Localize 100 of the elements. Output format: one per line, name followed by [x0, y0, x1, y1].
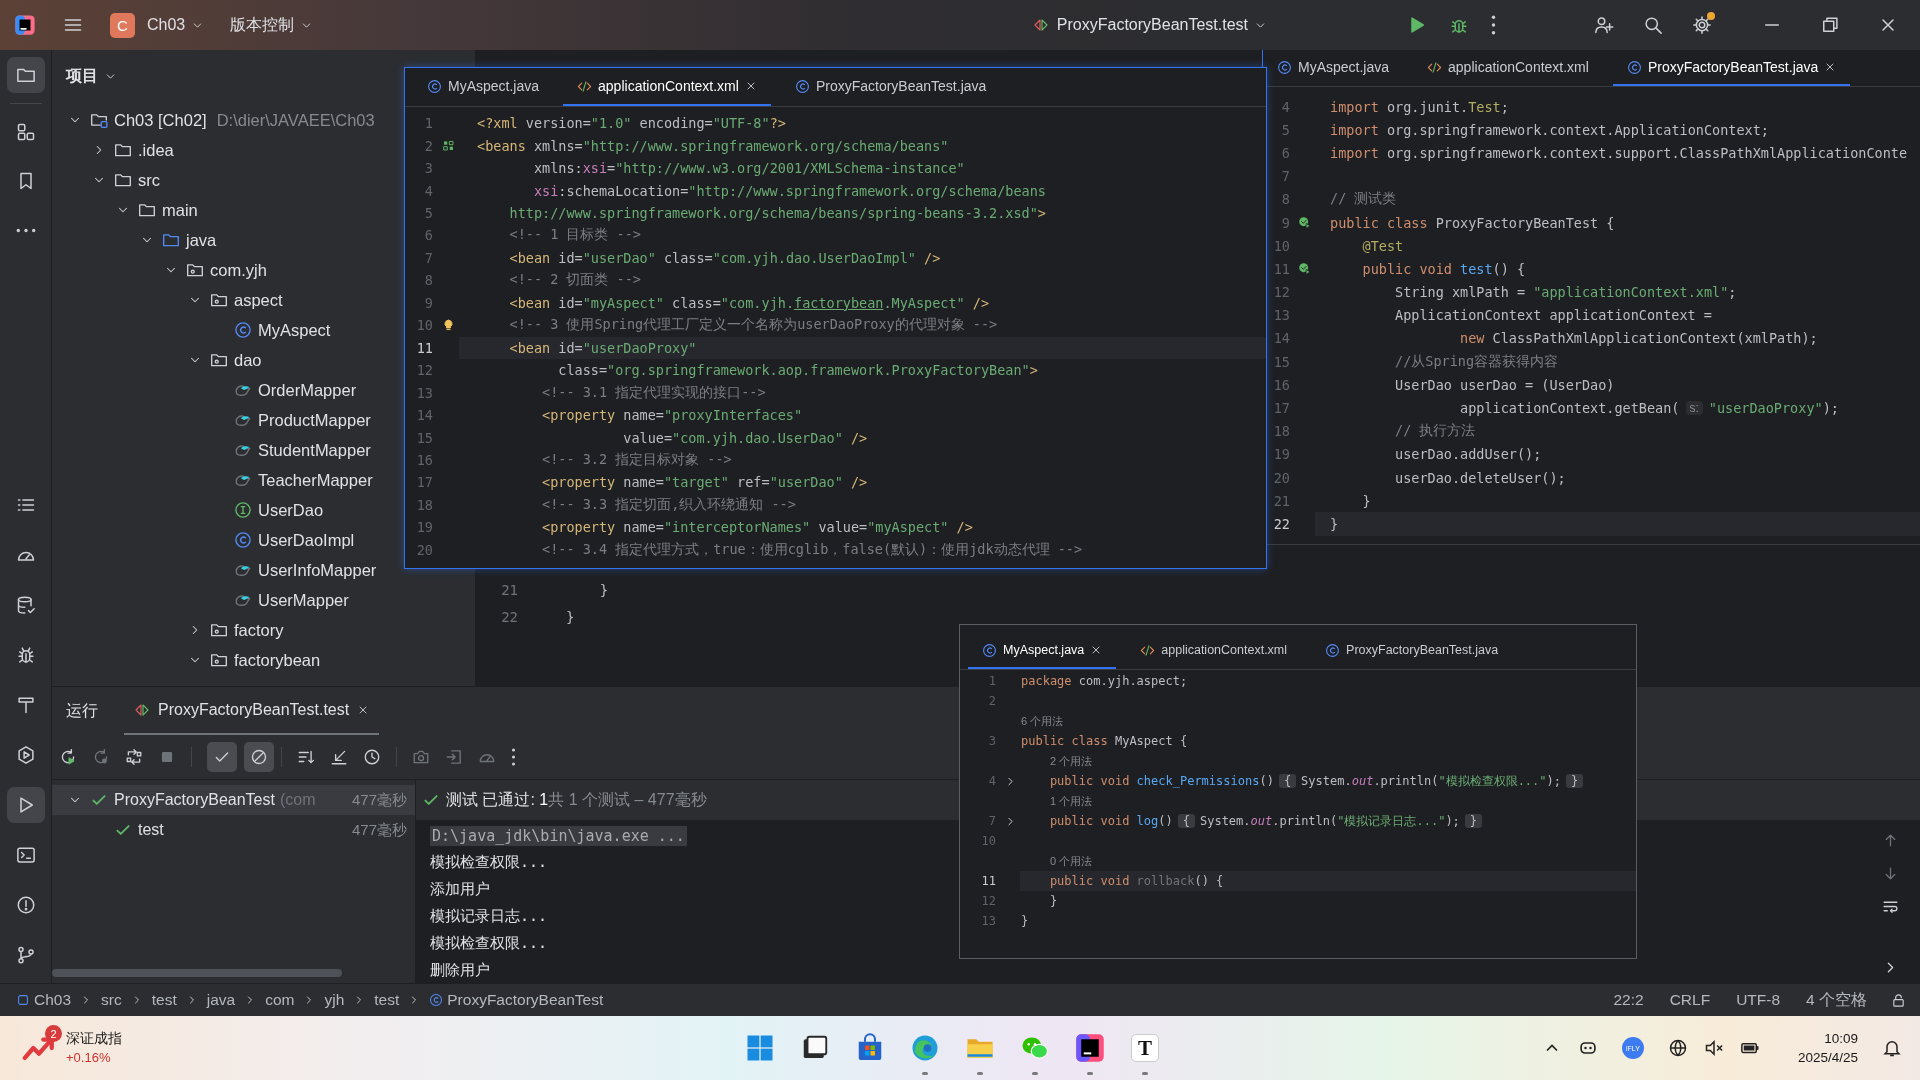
console-command[interactable]: D:\java_jdk\bin\java.exe ... — [430, 825, 687, 846]
tree-item[interactable]: TeacherMapper — [258, 470, 373, 490]
tree-item[interactable]: .idea — [138, 140, 174, 160]
editor-tab[interactable]: applicationContext.xml — [1126, 633, 1302, 669]
more-icon[interactable] — [511, 748, 516, 766]
add-user-icon[interactable] — [1594, 15, 1614, 35]
tree-item[interactable]: ProductMapper — [258, 410, 371, 430]
speaker-muted-icon[interactable] — [1703, 1038, 1724, 1058]
indent-setting[interactable]: 4 个空格 — [1806, 989, 1867, 1011]
breadcrumb[interactable]: com — [265, 991, 295, 1009]
editor-tab[interactable]: MyAspect.java — [968, 633, 1117, 669]
clock-time[interactable]: 10:09 — [1824, 1029, 1858, 1048]
tree-item[interactable]: com.yjh — [210, 260, 267, 280]
code-line: public void log() { System.out.println("模拟记录日志..."); } — [1020, 811, 1636, 831]
file-encoding[interactable]: UTF-8 — [1736, 991, 1781, 1009]
editor-tab[interactable]: ProxyFactoryBeanTest.java — [780, 68, 1001, 106]
console-output: 模拟记录日志... — [430, 907, 548, 926]
tree-item[interactable]: src — [138, 170, 160, 190]
usage-count-hint[interactable]: 2 个用法 — [1049, 753, 1093, 769]
usage-count-hint[interactable]: 6 个用法 — [1021, 713, 1064, 729]
tree-item[interactable]: Ch03 [Ch02] — [114, 110, 207, 130]
breadcrumb[interactable]: test — [374, 991, 400, 1009]
tree-item[interactable]: UserInfoMapper — [258, 560, 377, 580]
tree-item[interactable]: java — [186, 230, 217, 250]
panel-title[interactable]: 项目 — [66, 65, 98, 87]
breadcrumb[interactable]: ProxyFactoryBeanTest — [447, 991, 604, 1009]
toggle-auto-test-icon[interactable] — [125, 748, 143, 766]
play-hexagon-icon — [15, 745, 36, 765]
text-app-icon[interactable]: T — [1131, 1034, 1159, 1062]
collapse-icon[interactable] — [330, 748, 348, 766]
project-switcher[interactable]: Ch03 — [147, 16, 186, 34]
test-tree-row[interactable]: test 477毫秒 — [52, 815, 415, 845]
line-number: 17 — [1272, 400, 1291, 417]
run-config-selector[interactable]: ProxyFactoryBeanTest.test — [1056, 16, 1248, 34]
code-line: } — [598, 581, 609, 598]
run-test-icon[interactable] — [1297, 216, 1311, 230]
windows-start-icon[interactable] — [745, 1033, 775, 1063]
restore-icon[interactable] — [1820, 15, 1840, 35]
tree-item[interactable]: OrderMapper — [258, 380, 357, 400]
run-tab[interactable]: ProxyFactoryBeanTest.test — [124, 687, 380, 735]
more-icon[interactable] — [1491, 15, 1496, 35]
rerun-failed-icon[interactable] — [92, 748, 110, 766]
sort-icon[interactable] — [297, 748, 315, 766]
code-line: } — [566, 608, 575, 625]
search-icon[interactable] — [1643, 15, 1663, 35]
code-tag-icon — [1427, 59, 1443, 75]
bell-icon[interactable] — [1882, 1038, 1902, 1058]
settings-icon[interactable] — [1692, 15, 1712, 35]
app-logo-icon[interactable] — [14, 14, 36, 36]
line-ending[interactable]: CRLF — [1669, 991, 1711, 1009]
tree-item[interactable]: StudentMapper — [258, 440, 371, 460]
lock-icon[interactable] — [1891, 992, 1906, 1008]
tree-item[interactable]: aspect — [234, 290, 283, 310]
editor-tab[interactable]: MyAspect.java — [413, 68, 554, 106]
editor-tab[interactable]: ProxyFactoryBeanTest.java — [1311, 633, 1513, 669]
filter-toggle-button[interactable] — [244, 742, 274, 772]
run-test-icon[interactable] — [1297, 262, 1311, 276]
import-icon[interactable] — [445, 748, 463, 766]
code-line: public void test() { — [1361, 259, 1527, 279]
bean-icon[interactable] — [441, 139, 455, 153]
bug-icon — [15, 645, 36, 665]
tree-item[interactable]: factory — [234, 620, 284, 640]
lightbulb-icon[interactable] — [441, 318, 455, 332]
line-number: 22 — [1272, 515, 1291, 532]
clock-date[interactable]: 2025/4/25 — [1797, 1048, 1858, 1067]
breadcrumb[interactable]: src — [101, 991, 122, 1009]
tree-item[interactable]: dao — [234, 350, 262, 370]
tree-item[interactable]: UserMapper — [258, 590, 349, 610]
tree-item[interactable]: UserDaoImpl — [258, 530, 355, 550]
run-tool-button[interactable] — [6, 787, 45, 823]
tree-item[interactable]: MyAspect — [258, 320, 331, 340]
filter-toggle-button[interactable] — [207, 742, 237, 772]
usage-count-hint[interactable]: 0 个用法 — [1049, 853, 1093, 869]
editor-tab[interactable]: applicationContext.xml — [563, 68, 771, 106]
breadcrumb[interactable]: test — [151, 991, 177, 1009]
widget-title[interactable]: 深证成指 — [66, 1029, 122, 1048]
breadcrumb[interactable]: java — [206, 991, 236, 1009]
browser-icon[interactable] — [910, 1033, 940, 1063]
globe-icon[interactable] — [1667, 1038, 1688, 1058]
tree-item[interactable]: factorybean — [234, 650, 321, 670]
vcs-menu[interactable]: 版本控制 — [230, 14, 295, 36]
tree-item[interactable]: main — [162, 200, 198, 220]
camera-icon[interactable] — [412, 748, 430, 766]
line-number: 5 — [1280, 121, 1291, 138]
interface-icon — [234, 501, 252, 519]
rerun-icon[interactable] — [59, 748, 77, 766]
test-tree-row[interactable]: ProxyFactoryBeanTest (com 477毫秒 — [52, 785, 415, 815]
scrollbar[interactable] — [52, 969, 342, 977]
usage-count-hint[interactable]: 1 个用法 — [1049, 793, 1093, 809]
cursor-position[interactable]: 22:2 — [1613, 991, 1644, 1009]
editor-tab[interactable]: applicationContext.xml — [1413, 50, 1603, 86]
editor-tab[interactable]: MyAspect.java — [1263, 50, 1404, 86]
line-number: 4 — [423, 182, 434, 199]
breadcrumb[interactable]: Ch03 — [34, 991, 72, 1009]
folder-tool-button[interactable] — [6, 57, 45, 93]
tree-item[interactable]: UserDao — [258, 500, 324, 520]
ide-logo-icon[interactable] — [1075, 1033, 1105, 1063]
editor-tab[interactable]: ProxyFactoryBeanTest.java — [1612, 50, 1851, 86]
history-icon[interactable] — [363, 748, 381, 766]
breadcrumb[interactable]: yjh — [324, 991, 345, 1009]
